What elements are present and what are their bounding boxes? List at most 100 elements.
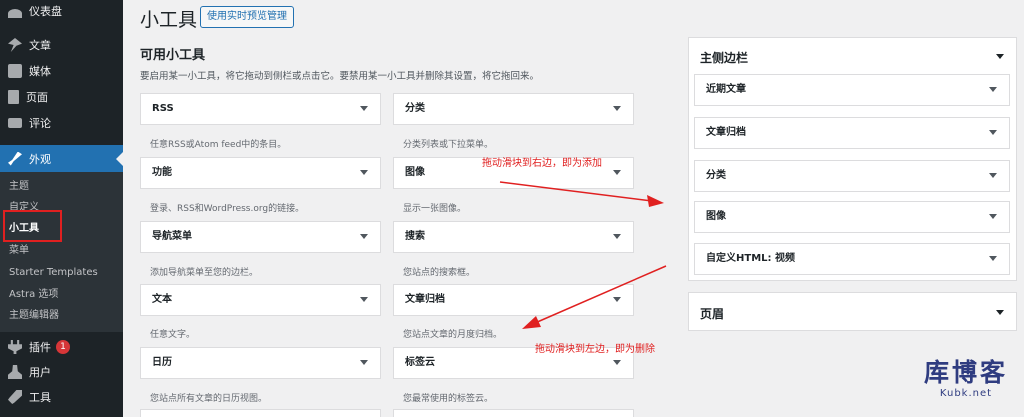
widget-archives[interactable]: 文章归档 xyxy=(393,284,634,316)
triangle-down-icon[interactable] xyxy=(989,256,997,261)
widget-nav-menu[interactable]: 导航菜单 xyxy=(140,221,381,253)
triangle-down-icon[interactable] xyxy=(613,297,621,302)
widget-name: 图像 xyxy=(706,211,726,222)
submenu-item-astra-options[interactable]: Astra 选项 xyxy=(9,285,58,305)
submenu-item-starter-templates[interactable]: Starter Templates xyxy=(9,263,98,283)
annotation-remove: 拖动滑块到左边，即为删除 xyxy=(535,344,655,355)
widget-meta[interactable]: 功能 xyxy=(140,157,381,189)
appearance-submenu: 主题 自定义 小工具 菜单 Starter Templates Astra 选项… xyxy=(0,172,123,332)
triangle-down-icon[interactable] xyxy=(360,297,368,302)
widget-name: 图像 xyxy=(405,167,425,178)
highlight-box xyxy=(3,210,62,242)
watermark-main: 库博客 xyxy=(923,358,1008,387)
widget-text[interactable]: 文本 xyxy=(140,284,381,316)
widget-description: 您站点文章的月度归档。 xyxy=(403,330,503,340)
widget-description: 添加导航菜单至您的边栏。 xyxy=(150,268,259,278)
triangle-down-icon[interactable] xyxy=(613,106,621,111)
menu-label: 外观 xyxy=(29,152,51,166)
triangle-down-icon[interactable] xyxy=(989,130,997,135)
menu-label: 评论 xyxy=(29,117,51,130)
header-area-title: 页眉 xyxy=(700,307,725,321)
triangle-down-icon[interactable] xyxy=(989,87,997,92)
widget-name: 功能 xyxy=(152,167,172,178)
widget-description: 登录、RSS和WordPress.org的链接。 xyxy=(150,204,305,214)
triangle-down-icon[interactable] xyxy=(613,170,621,175)
menu-label: 媒体 xyxy=(29,65,51,78)
sidebar-widget-recent-posts[interactable]: 近期文章 xyxy=(694,74,1010,106)
admin-sidebar: 仪表盘 文章 媒体 页面 评论 外观 主题 自定义 小工具 菜单 Starter… xyxy=(0,0,123,417)
page-title: 小工具 xyxy=(140,9,198,31)
add-arrow-head xyxy=(647,195,664,207)
widget-name: 导航菜单 xyxy=(152,231,192,242)
menu-item-appearance[interactable]: 外观 xyxy=(0,145,123,172)
media-icon xyxy=(8,64,22,78)
plugin-icon xyxy=(8,340,22,354)
widget-name: 分类 xyxy=(706,170,726,181)
triangle-up-icon[interactable] xyxy=(996,54,1004,59)
annotation-add: 拖动滑块到右边，即为添加 xyxy=(482,158,602,169)
triangle-down-icon[interactable] xyxy=(989,173,997,178)
sidebar-widget-image[interactable]: 图像 xyxy=(694,201,1010,233)
menu-item-dashboard[interactable]: 仪表盘 xyxy=(0,0,123,24)
triangle-down-icon[interactable] xyxy=(360,170,368,175)
submenu-item-theme-editor[interactable]: 主题编辑器 xyxy=(9,306,59,326)
menu-item-posts[interactable]: 文章 xyxy=(0,32,123,58)
menu-item-media[interactable]: 媒体 xyxy=(0,58,123,84)
menu-label: 页面 xyxy=(26,91,48,104)
menu-item-pages[interactable]: 页面 xyxy=(0,84,123,110)
watermark-logo: 库博客 Kubk.net xyxy=(924,358,1008,399)
sidebar-area-title: 主侧边栏 xyxy=(700,51,749,65)
widget-partial xyxy=(140,409,381,417)
triangle-down-icon[interactable] xyxy=(360,106,368,111)
widget-description: 任意RSS或Atom feed中的条目。 xyxy=(150,140,287,150)
tool-icon xyxy=(8,390,22,404)
available-widgets-description: 要启用某一小工具，将它拖动到侧栏或点击它。要禁用某一小工具并删除其设置，将它拖回… xyxy=(140,71,540,82)
update-count-badge: 1 xyxy=(56,340,70,354)
widget-partial xyxy=(393,409,634,417)
triangle-down-icon[interactable] xyxy=(613,234,621,239)
menu-label: 文章 xyxy=(29,39,51,52)
available-widgets-title: 可用小工具 xyxy=(140,48,206,63)
widget-name: 搜索 xyxy=(405,231,425,242)
submenu-item-menus[interactable]: 菜单 xyxy=(9,241,29,261)
widget-name: 近期文章 xyxy=(706,84,746,95)
menu-label: 工具 xyxy=(29,391,51,404)
menu-item-comments[interactable]: 评论 xyxy=(0,110,123,136)
menu-item-users[interactable]: 用户 xyxy=(0,359,123,385)
widget-rss[interactable]: RSS xyxy=(140,93,381,125)
pin-icon xyxy=(8,38,22,52)
brush-icon xyxy=(8,151,22,166)
triangle-down-icon[interactable] xyxy=(989,214,997,219)
widget-name: 文章归档 xyxy=(405,294,445,305)
triangle-down-icon[interactable] xyxy=(996,310,1004,315)
widget-name: 标签云 xyxy=(405,357,435,368)
dashboard-icon xyxy=(8,8,22,18)
triangle-down-icon[interactable] xyxy=(613,360,621,365)
triangle-down-icon[interactable] xyxy=(360,234,368,239)
remove-arrow-head xyxy=(522,316,541,329)
menu-item-tools[interactable]: 工具 xyxy=(0,384,123,410)
widget-description: 您站点的搜索框。 xyxy=(403,268,476,278)
sidebar-widget-archives[interactable]: 文章归档 xyxy=(694,117,1010,149)
widget-description: 分类列表或下拉菜单。 xyxy=(403,140,494,150)
page-icon xyxy=(8,90,19,104)
widget-search[interactable]: 搜索 xyxy=(393,221,634,253)
widget-description: 显示一张图像。 xyxy=(403,204,467,214)
comment-icon xyxy=(8,118,22,128)
live-preview-button[interactable]: 使用实时预览管理 xyxy=(200,6,294,28)
widget-description: 您站点所有文章的日历视图。 xyxy=(150,394,268,404)
widget-name: 日历 xyxy=(152,357,172,368)
widget-categories[interactable]: 分类 xyxy=(393,93,634,125)
widget-name: 自定义HTML: 视频 xyxy=(706,253,795,264)
menu-label: 插件 xyxy=(29,341,51,354)
widget-name: RSS xyxy=(152,103,174,114)
widget-calendar[interactable]: 日历 xyxy=(140,347,381,379)
widget-name: 文本 xyxy=(152,294,172,305)
header-widget-area[interactable]: 页眉 xyxy=(688,292,1017,331)
triangle-down-icon[interactable] xyxy=(360,360,368,365)
sidebar-widget-categories[interactable]: 分类 xyxy=(694,160,1010,192)
watermark-sub: Kubk.net xyxy=(939,388,993,399)
submenu-item-themes[interactable]: 主题 xyxy=(9,177,29,197)
menu-item-plugins[interactable]: 插件 1 xyxy=(0,334,123,360)
sidebar-widget-custom-html[interactable]: 自定义HTML: 视频 xyxy=(694,243,1010,275)
